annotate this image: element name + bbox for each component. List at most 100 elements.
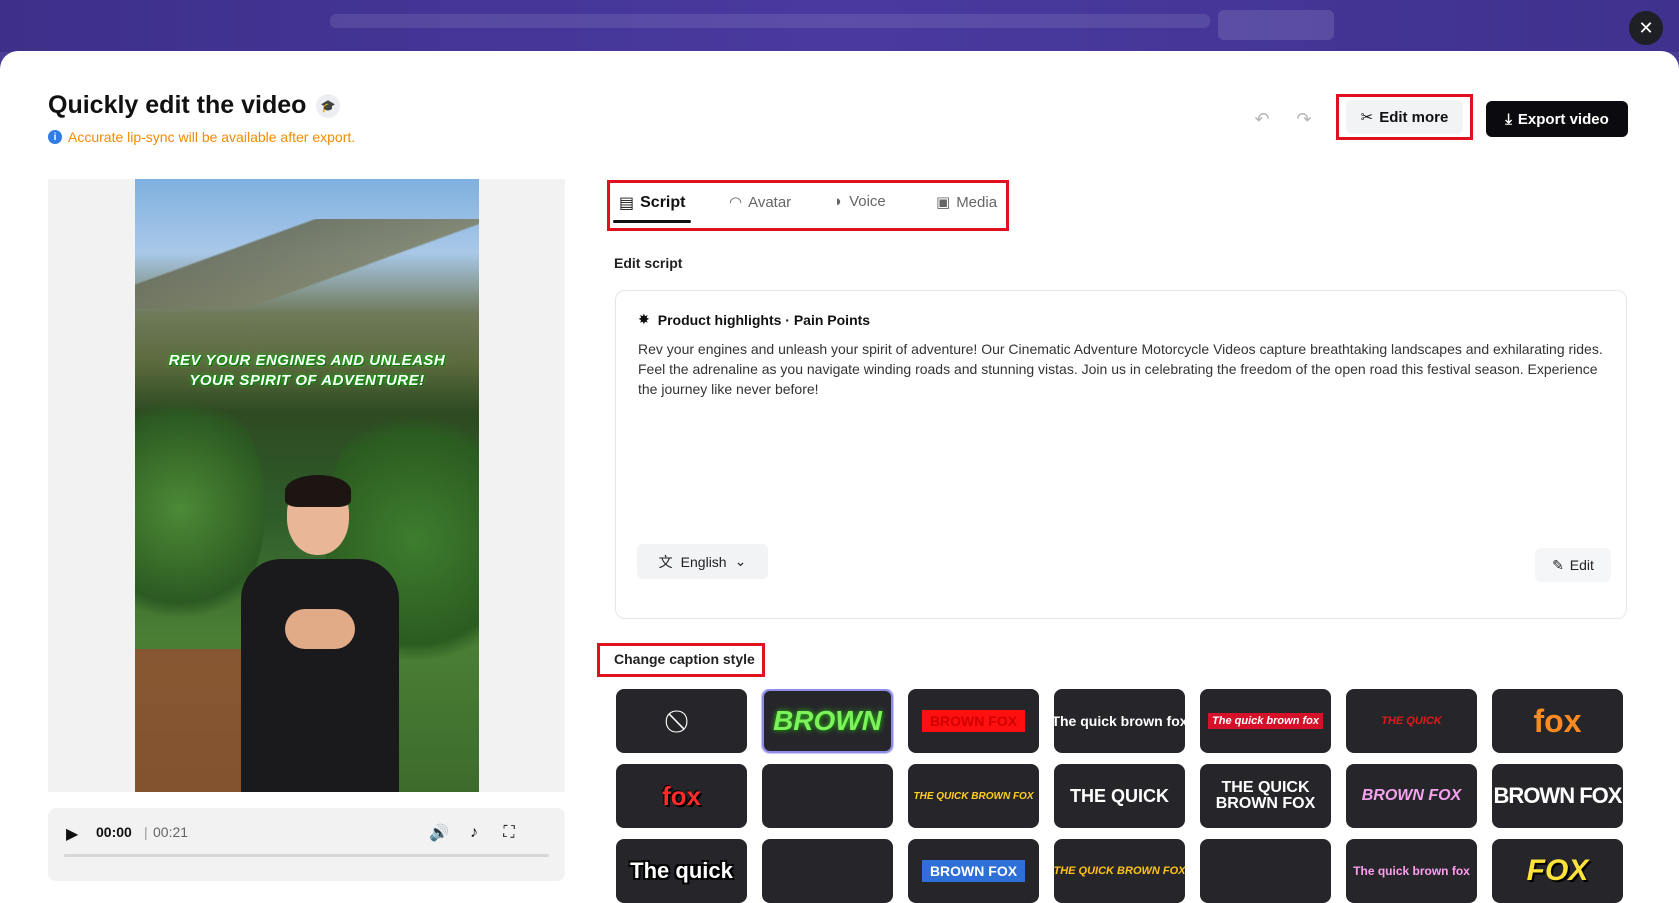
caption-style-tile[interactable]: The quick [616, 839, 747, 903]
caption-style-sample: THE QUICK BROWN FOX [1054, 865, 1185, 877]
edit-script-button[interactable]: ✎ Edit [1535, 548, 1611, 582]
tab-media[interactable]: ▣ Media [936, 193, 997, 211]
quick-edit-modal: Quickly edit the video 🎓 i Accurate lip-… [0, 51, 1679, 903]
script-card-title-text: Product highlights · Pain Points [658, 312, 870, 328]
caption-style-sample: THE QUICK [1381, 715, 1442, 727]
caption-style-tile[interactable]: THE QUICK BROWN FOX [908, 764, 1039, 828]
caption-style-tile[interactable]: BROWN FOX [908, 839, 1039, 903]
caption-style-sample: fox [662, 781, 701, 812]
caption-style-tile[interactable]: BROWN FOX [908, 689, 1039, 753]
caption-style-sample: BROWN [773, 705, 882, 737]
caption-style-sample: BROWN FOX [1494, 783, 1622, 809]
caption-style-tile[interactable]: BROWN FOX [1492, 764, 1623, 828]
export-video-button[interactable]: ⤓ Export video [1486, 101, 1628, 137]
avatar-body [241, 559, 399, 792]
duration: 00:21 [153, 824, 188, 840]
video-preview-area: REV YOUR ENGINES AND UNLEASH YOUR SPIRIT… [48, 179, 565, 792]
translate-icon: 文 [659, 552, 673, 572]
avatar-presenter [235, 479, 405, 792]
fullscreen-button[interactable]: ⛶ [498, 822, 520, 844]
background-page-strip [0, 0, 1679, 52]
background-blurred-content [330, 14, 1210, 28]
caption-style-tile[interactable] [1200, 839, 1331, 903]
caption-style-sample: THE QUICK [1070, 786, 1169, 807]
caption-style-sample: The quick brown fox [1208, 713, 1323, 729]
volume-icon: 🔊 [429, 823, 449, 843]
edit-script-label: Edit script [614, 255, 682, 271]
scissors-icon: ✂ [1361, 108, 1374, 126]
caption-style-sample: BROWN FOX [1362, 787, 1462, 805]
caption-style-grid: ⃠ BROWN BROWN FOX The quick brown fox Th… [616, 689, 1626, 903]
caption-style-tile[interactable]: fox [1492, 689, 1623, 753]
change-caption-style-label: Change caption style [614, 651, 755, 667]
video-frame[interactable]: REV YOUR ENGINES AND UNLEASH YOUR SPIRIT… [135, 179, 479, 792]
video-caption: REV YOUR ENGINES AND UNLEASH YOUR SPIRIT… [135, 351, 479, 391]
undo-button[interactable]: ↶ [1250, 107, 1274, 131]
tiktok-button[interactable]: ♪ [463, 822, 485, 844]
play-button[interactable]: ▶ [66, 824, 78, 844]
caption-style-tile[interactable]: BROWN [762, 689, 893, 753]
tiktok-icon: ♪ [470, 824, 478, 842]
page-title: Quickly edit the video 🎓 [48, 91, 340, 120]
caption-style-sample: THE QUICK BROWN FOX [1211, 780, 1321, 812]
caption-style-sample: The quick brown fox [1353, 864, 1470, 878]
caption-style-tile[interactable]: The quick brown fox [1200, 689, 1331, 753]
script-text[interactable]: Rev your engines and unleash your spirit… [638, 339, 1613, 399]
caption-style-tile[interactable]: FOX [1492, 839, 1623, 903]
tab-voice[interactable]: ◗ Voice [834, 193, 886, 210]
undo-icon: ↶ [1254, 109, 1269, 130]
tab-label: Voice [849, 193, 886, 210]
caption-style-tile[interactable]: The quick brown fox [1054, 689, 1185, 753]
export-label: Export video [1518, 111, 1609, 128]
mountain-graphic [135, 219, 479, 309]
time-separator: | [144, 824, 148, 840]
caption-style-tile[interactable] [762, 839, 893, 903]
caption-style-tile[interactable] [762, 764, 893, 828]
caption-style-tile[interactable]: The quick brown fox [1346, 839, 1477, 903]
redo-icon: ↷ [1296, 109, 1311, 130]
caption-style-sample: BROWN FOX [922, 860, 1025, 882]
page-title-text: Quickly edit the video [48, 91, 306, 120]
tab-label: Avatar [748, 194, 791, 211]
tab-avatar[interactable]: ◠ Avatar [729, 193, 791, 211]
notice-text: Accurate lip-sync will be available afte… [68, 129, 355, 145]
language-label: English [681, 554, 727, 570]
voice-icon: ◗ [834, 193, 843, 210]
current-time: 00:00 [96, 824, 132, 840]
lip-sync-notice: i Accurate lip-sync will be available af… [48, 129, 355, 145]
caption-style-tile[interactable]: THE QUICK BROWN FOX [1054, 839, 1185, 903]
video-caption-line: YOUR SPIRIT OF ADVENTURE! [135, 371, 479, 391]
media-icon: ▣ [936, 193, 950, 211]
avatar-hair [285, 475, 351, 507]
edit-label: Edit [1570, 557, 1594, 573]
close-icon: ✕ [1638, 18, 1653, 39]
video-caption-line: REV YOUR ENGINES AND UNLEASH [135, 351, 479, 371]
tab-script[interactable]: ▤ Script [619, 193, 685, 213]
caption-style-tile[interactable]: BROWN FOX [1346, 764, 1477, 828]
caption-style-sample: The quick [630, 858, 733, 884]
chevron-down-icon: ⌄ [735, 553, 747, 570]
caption-style-tile[interactable]: THE QUICK BROWN FOX [1200, 764, 1331, 828]
pencil-icon: ✎ [1552, 557, 1564, 574]
tab-label: Script [640, 194, 685, 212]
language-selector[interactable]: 文 English ⌄ [637, 544, 768, 579]
caption-style-none[interactable]: ⃠ [616, 689, 747, 753]
active-tab-indicator [613, 220, 691, 223]
tutorial-cap-icon[interactable]: 🎓 [316, 94, 340, 118]
volume-button[interactable]: 🔊 [428, 822, 450, 844]
redo-button[interactable]: ↷ [1292, 107, 1316, 131]
caption-style-tile[interactable]: THE QUICK [1054, 764, 1185, 828]
download-icon: ⤓ [1505, 111, 1512, 128]
info-icon: i [48, 130, 62, 144]
script-icon: ▤ [619, 193, 634, 213]
caption-style-tile[interactable]: fox [616, 764, 747, 828]
caption-style-tile[interactable]: THE QUICK [1346, 689, 1477, 753]
edit-more-button[interactable]: ✂ Edit more [1346, 100, 1463, 134]
progress-bar[interactable] [64, 854, 549, 857]
sparkle-icon: ✸ [638, 311, 650, 328]
fullscreen-icon: ⛶ [503, 824, 514, 842]
caption-style-sample: BROWN FOX [922, 710, 1025, 732]
close-modal-button[interactable]: ✕ [1629, 11, 1663, 45]
background-blurred-button [1218, 10, 1334, 40]
caption-style-sample: fox [1534, 703, 1582, 740]
